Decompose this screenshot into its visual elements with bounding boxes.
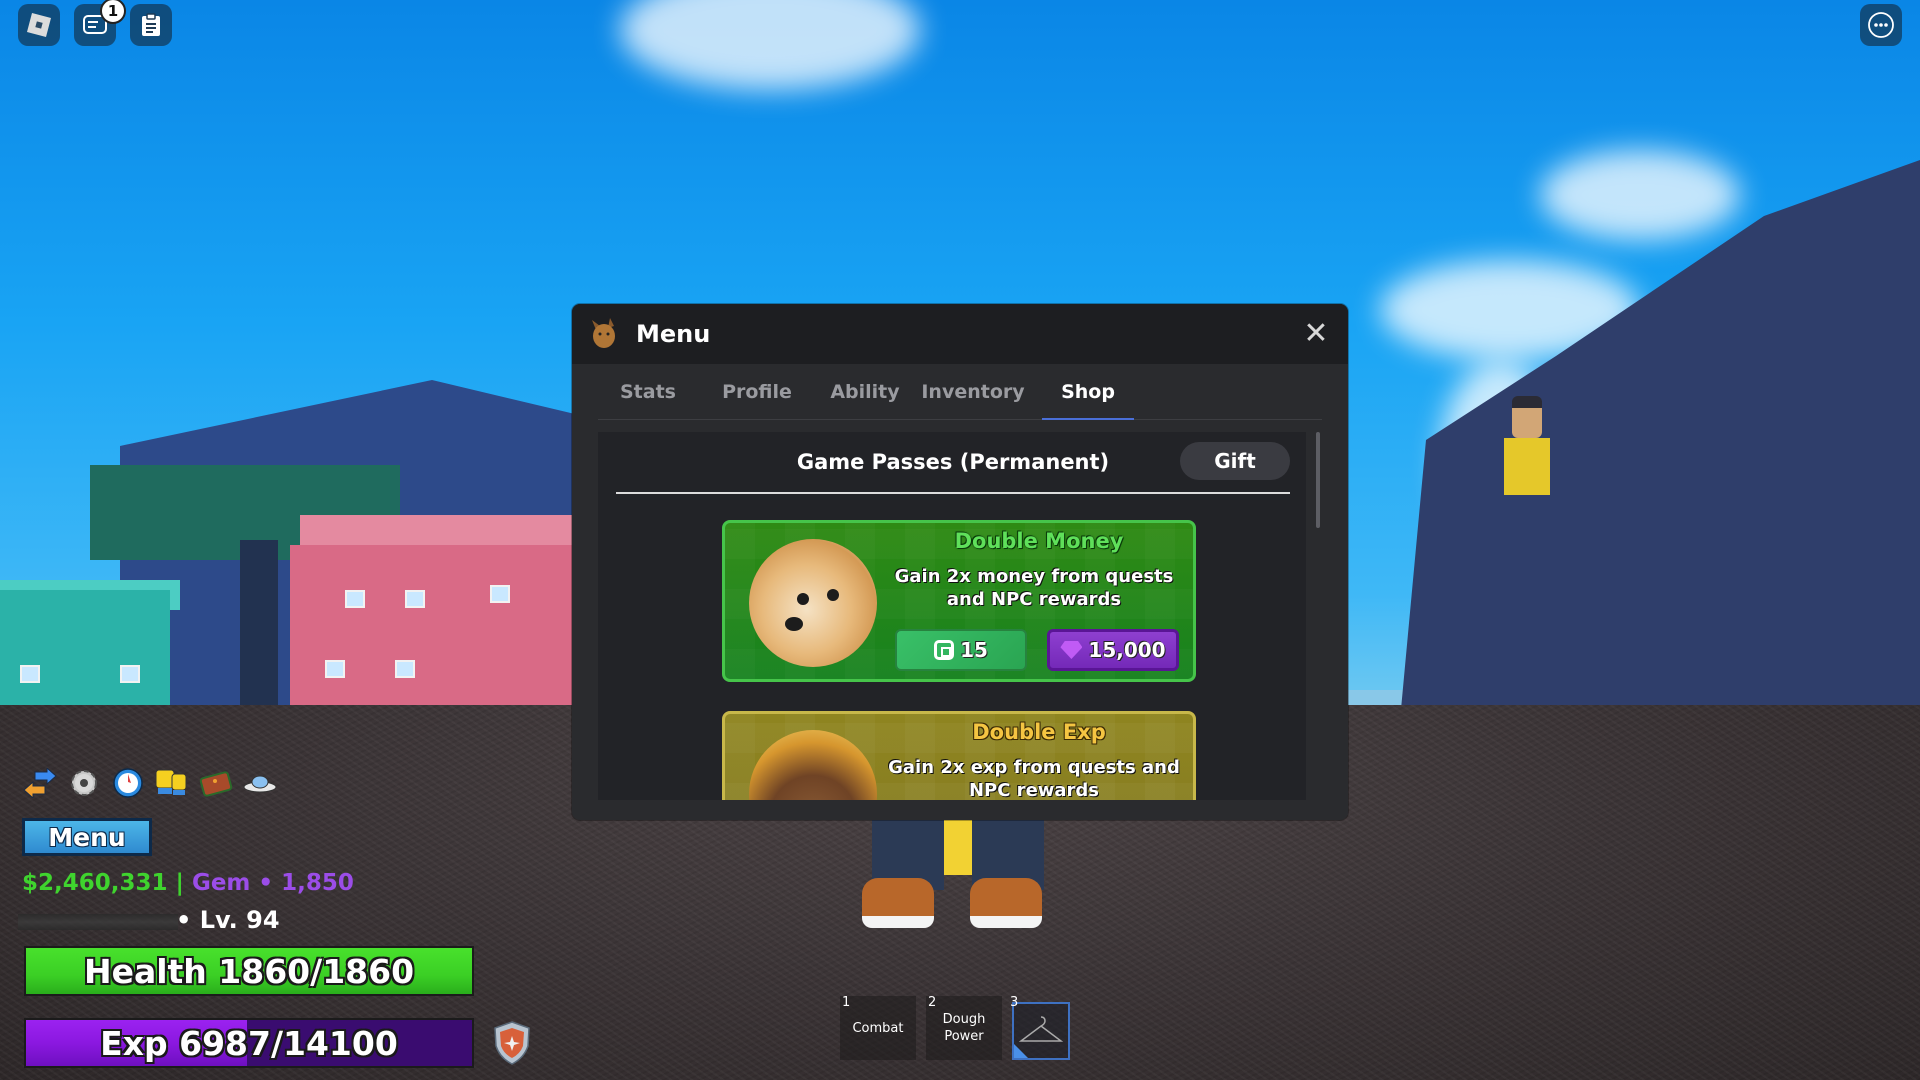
buy-gems-button[interactable]: 15,000 bbox=[1047, 629, 1179, 671]
clothes-hanger-icon bbox=[1018, 1016, 1064, 1042]
house-teal bbox=[0, 590, 170, 710]
window bbox=[345, 590, 365, 608]
slot-label: Dough Power bbox=[942, 1012, 986, 1044]
clipboard-icon bbox=[142, 13, 160, 36]
window bbox=[120, 665, 140, 683]
cloud bbox=[1540, 150, 1740, 240]
swap-button[interactable] bbox=[22, 766, 58, 800]
more-dots-icon bbox=[1868, 12, 1894, 38]
menu-window: Menu ✕ Stats Profile Ability Inventory S… bbox=[572, 304, 1348, 820]
tab-stats[interactable]: Stats bbox=[598, 364, 698, 419]
level-bar bbox=[18, 914, 178, 930]
window bbox=[395, 660, 415, 678]
health-label: Health 1860/1860 bbox=[83, 951, 415, 991]
close-button[interactable]: ✕ bbox=[1302, 319, 1330, 349]
slot-label: Combat bbox=[852, 1020, 904, 1036]
tab-profile[interactable]: Profile bbox=[698, 364, 816, 419]
swap-icon bbox=[23, 768, 57, 798]
tab-shop[interactable]: Shop bbox=[1042, 364, 1134, 420]
hotbar-slot-accessory[interactable]: 3 bbox=[1010, 995, 1070, 1060]
pass-name: Double Exp bbox=[972, 720, 1106, 744]
robux-icon bbox=[934, 640, 955, 660]
cloud bbox=[620, 0, 920, 90]
npc-character[interactable] bbox=[1500, 396, 1560, 495]
tab-inventory[interactable]: Inventory bbox=[914, 364, 1032, 419]
more-options-button[interactable] bbox=[1860, 4, 1902, 46]
window bbox=[325, 660, 345, 678]
caracal-avatar-image bbox=[749, 730, 877, 800]
settings-gear-icon bbox=[71, 770, 97, 796]
menu-tabs: Stats Profile Ability Inventory Shop bbox=[598, 364, 1322, 420]
house-pink bbox=[290, 545, 575, 710]
hotbar-slot-dough-power[interactable]: 2 Dough Power bbox=[926, 995, 1002, 1060]
gem-amount: Gem • 1,850 bbox=[191, 870, 354, 896]
compass-icon bbox=[113, 768, 143, 798]
level-text: • Lv. 94 bbox=[176, 906, 280, 934]
menu-title: Menu bbox=[636, 320, 711, 348]
slot-number: 3 bbox=[1010, 995, 1019, 1010]
settings-button[interactable] bbox=[66, 766, 102, 800]
currency-separator: | bbox=[167, 870, 192, 896]
scrollbar[interactable] bbox=[1316, 432, 1320, 528]
roblox-menu-button[interactable] bbox=[18, 4, 60, 46]
exp-bar: Exp 6987/14100 bbox=[24, 1018, 474, 1068]
pass-card-double-exp: Double Exp Gain 2x exp from quests and N… bbox=[722, 711, 1196, 800]
gift-button[interactable]: Gift bbox=[1180, 442, 1290, 480]
pass-description: Gain 2x exp from quests and NPC rewards bbox=[888, 757, 1180, 800]
ufo-button[interactable] bbox=[242, 766, 278, 800]
menu-header: Menu ✕ bbox=[572, 304, 1348, 364]
pass-description: Gain 2x money from quests and NPC reward… bbox=[894, 566, 1174, 610]
window bbox=[405, 590, 425, 608]
window bbox=[490, 585, 510, 603]
hotbar-slot-combat[interactable]: 1 Combat bbox=[840, 995, 916, 1060]
ufo-icon bbox=[243, 775, 277, 793]
wallet-button[interactable] bbox=[198, 766, 234, 800]
gem-icon bbox=[1060, 641, 1083, 659]
gem-price: 15,000 bbox=[1088, 638, 1166, 662]
slot-number: 2 bbox=[928, 995, 937, 1010]
tab-ability[interactable]: Ability bbox=[816, 364, 914, 419]
currency-display: $2,460,331 | Gem • 1,850 bbox=[22, 870, 354, 896]
tree-trunk bbox=[240, 540, 278, 710]
section-header: Game Passes (Permanent) Gift bbox=[616, 432, 1290, 494]
clipboard-button[interactable] bbox=[130, 4, 172, 46]
hotbar: 1 Combat 2 Dough Power 3 bbox=[840, 995, 1070, 1060]
chat-button[interactable]: 1 bbox=[74, 0, 126, 46]
shop-content[interactable]: Game Passes (Permanent) Gift Double Mone… bbox=[598, 432, 1306, 800]
slot-number: 1 bbox=[842, 995, 851, 1010]
shield-icon bbox=[494, 1021, 530, 1065]
roblox-logo-icon bbox=[27, 13, 51, 37]
caracal-cat-icon bbox=[592, 318, 615, 348]
exp-label: Exp 6987/14100 bbox=[100, 1023, 398, 1063]
pass-name: Double Money bbox=[954, 529, 1124, 553]
friends-button[interactable] bbox=[154, 766, 190, 800]
level-row: • Lv. 94 bbox=[18, 904, 318, 938]
buy-robux-button[interactable]: 15 bbox=[895, 629, 1027, 671]
money-amount: $2,460,331 bbox=[22, 870, 168, 896]
friends-icon bbox=[155, 769, 187, 795]
window bbox=[20, 665, 40, 683]
health-bar: Health 1860/1860 bbox=[24, 946, 474, 996]
wallet-icon bbox=[199, 771, 233, 797]
cliff bbox=[1400, 160, 1920, 720]
robux-price: 15 bbox=[960, 638, 988, 662]
shield-button[interactable] bbox=[492, 1020, 532, 1066]
player-character bbox=[862, 820, 1072, 930]
compass-button[interactable] bbox=[110, 766, 146, 800]
pass-card-double-money: Double Money Gain 2x money from quests a… bbox=[722, 520, 1196, 682]
doge-avatar-image bbox=[749, 539, 877, 667]
hud-menu-button[interactable]: Menu bbox=[22, 818, 152, 856]
hud-icon-bar bbox=[22, 766, 278, 800]
